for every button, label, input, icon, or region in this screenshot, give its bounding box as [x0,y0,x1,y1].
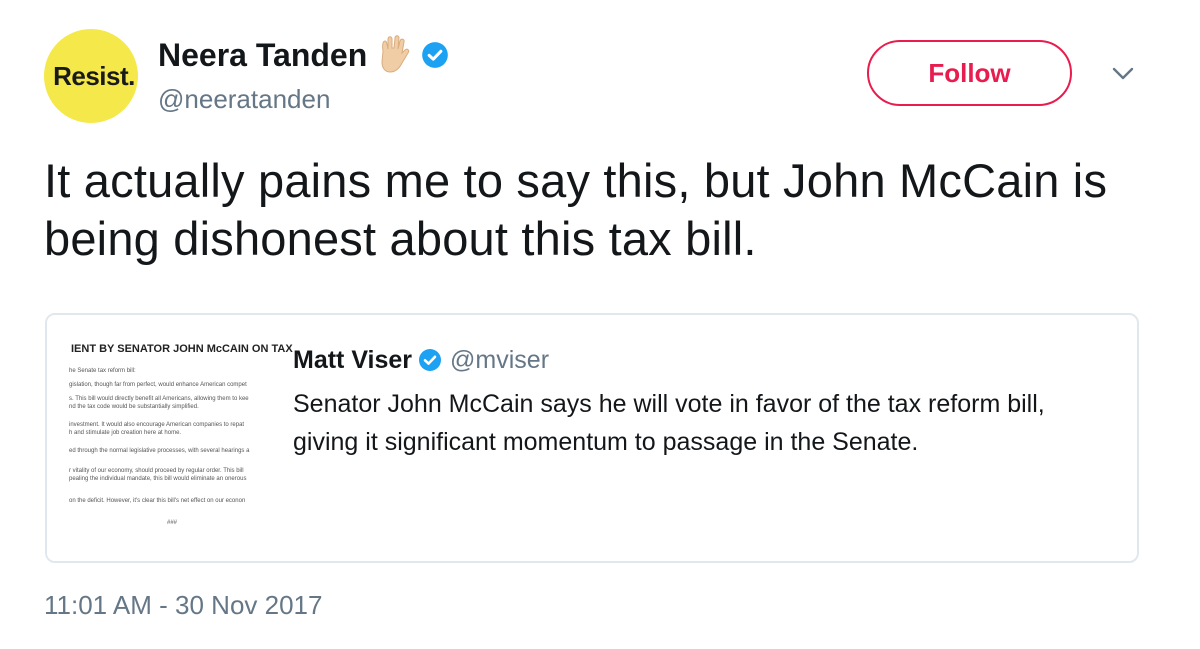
follow-button[interactable]: Follow [867,40,1072,106]
document-line: he Senate tax reform bill: [69,368,136,374]
document-line: investment. It would also encourage Amer… [69,422,245,428]
quoted-author-name[interactable]: Matt Viser [293,346,412,375]
quoted-author-handle[interactable]: @mviser [450,346,549,375]
avatar-text: Resist. [53,60,135,91]
document-line: nd the tax code would be substantially s… [69,404,199,410]
author-name-row: Neera Tanden [158,33,449,77]
document-line: r vitality of our economy, should procee… [69,468,244,474]
author-handle[interactable]: @neeratanden [158,84,330,115]
document-line: ed through the normal legislative proces… [69,448,250,454]
document-line: pealing the individual mandate, this bil… [69,476,247,482]
quoted-tweet-header: Matt Viser @mviser [293,341,549,379]
tweet-timestamp[interactable]: 11:01 AM - 30 Nov 2017 [44,590,322,621]
document-line: on the deficit. However, it's clear this… [69,498,246,504]
author-display-name[interactable]: Neera Tanden [158,37,367,74]
quoted-tweet-text: Senator John McCain says he will vote in… [293,390,1045,456]
avatar[interactable]: Resist. [44,29,138,123]
document-line: s. This bill would directly benefit all … [69,396,249,402]
quoted-tweet-card[interactable]: IENT BY SENATOR JOHN McCAIN ON TAX he Se… [45,313,1139,563]
chevron-down-icon[interactable] [1110,64,1136,84]
document-line: h and stimulate job creation here at hom… [69,430,182,436]
quoted-tweet-image[interactable]: IENT BY SENATOR JOHN McCAIN ON TAX he Se… [47,315,299,561]
verified-badge-icon [421,41,449,69]
tweet-text: It actually pains me to say this, but Jo… [44,154,1108,265]
vulcan-salute-icon [375,35,413,75]
document-title: IENT BY SENATOR JOHN McCAIN ON TAX [71,343,293,355]
document-line: ### [167,520,178,526]
verified-badge-icon [418,348,442,372]
document-line: gislation, though far from perfect, woul… [69,382,247,388]
